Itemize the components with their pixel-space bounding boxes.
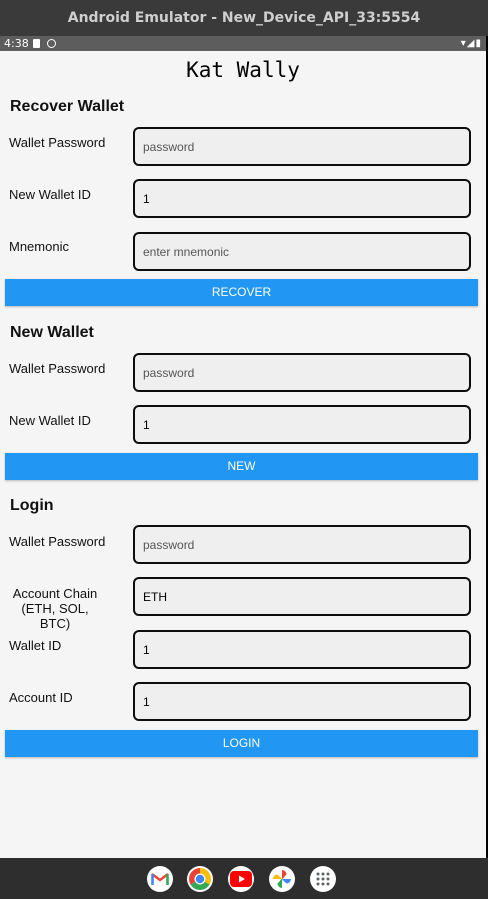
- sd-card-icon: [33, 39, 40, 48]
- navigation-dock: [0, 858, 488, 899]
- photos-icon[interactable]: [269, 866, 295, 892]
- mnemonic-label: Mnemonic: [9, 239, 69, 254]
- account-id-input[interactable]: [133, 682, 471, 721]
- login-wallet-id-input[interactable]: [133, 630, 471, 669]
- account-chain-label-line1: Account Chain: [12, 586, 98, 601]
- login-heading: Login: [10, 497, 54, 514]
- emulator-window: Android Emulator - New_Device_API_33:555…: [0, 0, 488, 899]
- new-button[interactable]: NEW: [5, 453, 478, 480]
- status-time: 4:38: [4, 37, 29, 50]
- recover-button[interactable]: RECOVER: [5, 279, 478, 306]
- login-wallet-id-label: Wallet ID: [9, 638, 62, 653]
- recover-wallet-heading: Recover Wallet: [10, 98, 125, 115]
- recover-wallet-id-label: New Wallet ID: [9, 187, 91, 202]
- app-screen: Kat Wally Recover Wallet Wallet Password…: [0, 51, 486, 858]
- app-title: Kat Wally: [186, 58, 300, 82]
- login-button[interactable]: LOGIN: [5, 730, 478, 757]
- new-wallet-id-input[interactable]: [133, 405, 471, 444]
- recover-wallet-id-input[interactable]: [133, 179, 471, 218]
- account-chain-label: Account Chain (ETH, SOL, BTC): [5, 586, 105, 631]
- recover-password-input[interactable]: [133, 127, 471, 166]
- login-password-label: Wallet Password: [9, 534, 106, 549]
- status-bar: 4:38 ▾◢▮: [0, 36, 486, 51]
- signal-battery-icon: ▾◢▮: [460, 38, 482, 49]
- gmail-icon[interactable]: [147, 866, 173, 892]
- new-password-label: Wallet Password: [9, 361, 106, 376]
- vpn-circle-icon: [47, 39, 56, 48]
- account-id-label: Account ID: [9, 690, 73, 705]
- new-password-input[interactable]: [133, 353, 471, 392]
- window-title: Android Emulator - New_Device_API_33:555…: [0, 0, 488, 36]
- new-wallet-heading: New Wallet: [10, 324, 94, 341]
- login-password-input[interactable]: [133, 525, 471, 564]
- recover-password-label: Wallet Password: [9, 135, 106, 150]
- youtube-icon[interactable]: [228, 866, 254, 892]
- new-wallet-id-label: New Wallet ID: [9, 413, 91, 428]
- account-chain-input[interactable]: [133, 577, 471, 616]
- app-drawer-icon[interactable]: [310, 866, 336, 892]
- mnemonic-input[interactable]: [133, 232, 471, 271]
- account-chain-label-line2: (ETH, SOL, BTC): [21, 601, 89, 631]
- chrome-icon[interactable]: [187, 866, 213, 892]
